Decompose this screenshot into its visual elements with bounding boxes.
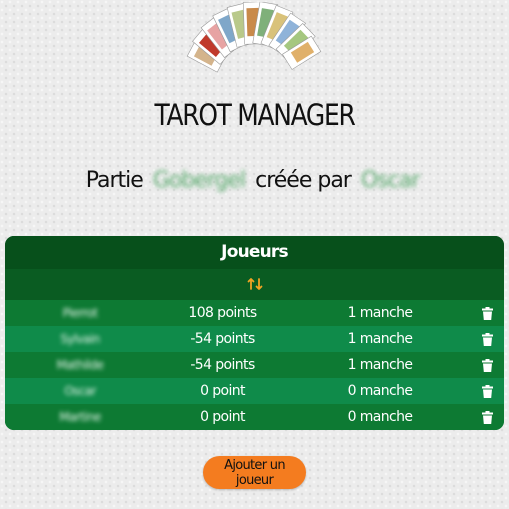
player-row: Sylvain -54 points 1 manche bbox=[5, 326, 504, 352]
game-subtitle: Partie Gobergel créée par Oscar bbox=[0, 168, 509, 193]
player-row: Oscar 0 point 0 manche bbox=[5, 378, 504, 404]
player-name: Pierrot bbox=[62, 306, 99, 320]
player-name: Oscar bbox=[64, 384, 96, 398]
sort-row bbox=[5, 269, 504, 300]
creator-name: Oscar bbox=[360, 168, 420, 193]
delete-player-button[interactable] bbox=[470, 332, 504, 346]
player-name: Sylvain bbox=[60, 332, 100, 346]
player-name: Martine bbox=[59, 410, 101, 424]
player-rounds: 1 manche bbox=[347, 331, 413, 347]
player-rounds: 0 manche bbox=[347, 383, 413, 399]
player-points: 0 point bbox=[200, 409, 245, 425]
tarot-cards-logo bbox=[180, 1, 330, 88]
player-rounds: 1 manche bbox=[347, 357, 413, 373]
game-name: Gobergel bbox=[152, 168, 246, 193]
trash-icon bbox=[481, 410, 493, 424]
subtitle-middle: créée par bbox=[255, 168, 352, 193]
trash-icon bbox=[481, 358, 493, 372]
delete-player-button[interactable] bbox=[470, 384, 504, 398]
player-row: Mathilde -54 points 1 manche bbox=[5, 352, 504, 378]
player-rounds: 1 manche bbox=[347, 305, 413, 321]
player-points: -54 points bbox=[190, 331, 255, 347]
trash-icon bbox=[481, 384, 493, 398]
trash-icon bbox=[481, 332, 493, 346]
player-row: Martine 0 point 0 manche bbox=[5, 404, 504, 430]
sort-arrows-icon[interactable] bbox=[247, 274, 263, 294]
players-card-title: Joueurs bbox=[5, 236, 504, 269]
player-points: 108 points bbox=[188, 305, 257, 321]
delete-player-button[interactable] bbox=[470, 306, 504, 320]
subtitle-prefix: Partie bbox=[85, 168, 144, 193]
page-title: TAROT MANAGER bbox=[154, 98, 355, 132]
player-points: -54 points bbox=[190, 357, 255, 373]
delete-player-button[interactable] bbox=[470, 358, 504, 372]
player-points: 0 point bbox=[200, 383, 245, 399]
trash-icon bbox=[481, 306, 493, 320]
delete-player-button[interactable] bbox=[470, 410, 504, 424]
player-row: Pierrot 108 points 1 manche bbox=[5, 300, 504, 326]
player-rounds: 0 manche bbox=[347, 409, 413, 425]
players-card: Joueurs Pierrot 108 points 1 manche Sylv… bbox=[5, 236, 504, 430]
player-name: Mathilde bbox=[56, 358, 104, 372]
add-player-button[interactable]: Ajouter un joueur bbox=[203, 456, 306, 489]
